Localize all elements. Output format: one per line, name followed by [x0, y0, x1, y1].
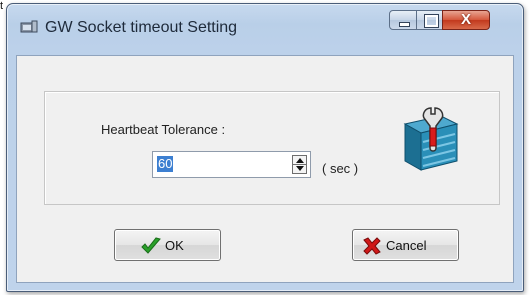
wrench-icon	[403, 107, 459, 171]
title-bar[interactable]: GW Socket timeout Setting X	[7, 4, 523, 56]
minimize-button[interactable]	[389, 10, 417, 30]
x-icon	[363, 237, 381, 255]
stray-text: t	[0, 0, 4, 12]
spin-buttons[interactable]	[292, 155, 307, 174]
close-icon: X	[460, 11, 471, 28]
dialog-window: GW Socket timeout Setting X Heartbeat To…	[6, 3, 524, 292]
dialog-client-area: Heartbeat Tolerance : 60 ( sec ) OK Canc…	[16, 55, 514, 283]
close-button[interactable]: X	[442, 10, 490, 30]
cancel-button[interactable]: Cancel	[352, 229, 459, 261]
app-icon	[20, 20, 38, 33]
ok-button[interactable]: OK	[114, 229, 221, 261]
heartbeat-tolerance-value[interactable]: 60	[157, 156, 174, 172]
ok-label: OK	[165, 238, 184, 253]
spin-up-icon[interactable]	[296, 158, 304, 163]
heartbeat-tolerance-label: Heartbeat Tolerance :	[101, 122, 226, 137]
maximize-button[interactable]	[416, 10, 443, 30]
maximize-icon	[424, 14, 439, 28]
minimize-icon	[399, 22, 410, 27]
spin-down-icon[interactable]	[296, 166, 304, 171]
spin-divider	[293, 164, 306, 165]
unit-label: ( sec )	[322, 161, 359, 176]
check-icon	[141, 237, 161, 254]
window-title: GW Socket timeout Setting	[45, 19, 238, 36]
heartbeat-tolerance-spinbox[interactable]: 60	[152, 151, 311, 178]
cancel-label: Cancel	[386, 238, 427, 253]
